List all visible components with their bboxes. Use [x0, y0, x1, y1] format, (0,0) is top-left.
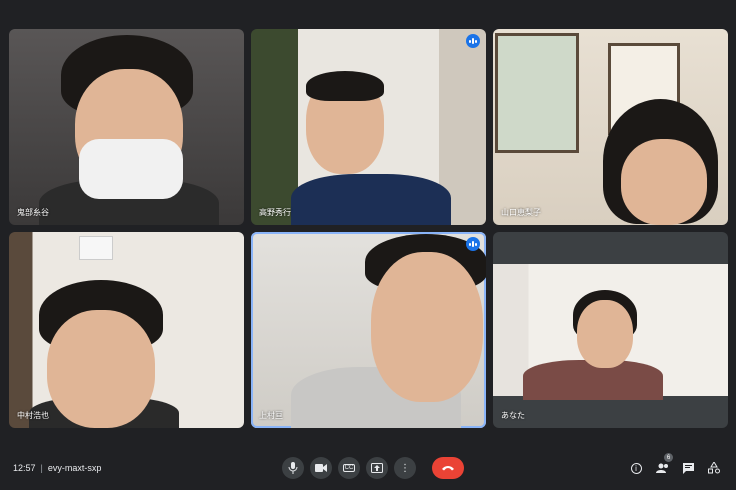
audio-indicator-icon [466, 237, 480, 251]
present-icon [371, 463, 383, 473]
person [47, 310, 155, 428]
person [621, 139, 707, 225]
activities-button[interactable] [706, 460, 722, 476]
person [577, 300, 633, 368]
participant-tile[interactable]: 上村亘 [251, 232, 486, 428]
participant-name: あなた [501, 411, 525, 420]
end-call-icon [442, 466, 454, 471]
more-options-button[interactable]: ⋮ [394, 457, 416, 479]
person [371, 252, 483, 402]
participant-tile[interactable]: 鬼部糸谷 [9, 29, 244, 225]
mic-icon [288, 462, 298, 474]
meeting-info: 12:57 | evy-maxt-sxp [13, 463, 101, 473]
activities-icon [708, 462, 720, 474]
people-count-badge: 6 [664, 453, 673, 462]
meeting-details-button[interactable]: i [628, 460, 644, 476]
person [306, 71, 384, 101]
people-icon [655, 463, 668, 473]
self-video [493, 264, 728, 400]
mic-button[interactable] [282, 457, 304, 479]
participant-name: 上村亘 [259, 411, 283, 420]
participant-tile[interactable]: 高野秀行 [251, 29, 486, 225]
chat-button[interactable] [680, 460, 696, 476]
camera-icon [315, 464, 327, 472]
people-button[interactable]: 6 [654, 453, 673, 476]
participant-name: 山口恵梨子 [501, 208, 541, 217]
end-call-button[interactable] [432, 457, 464, 479]
participant-name: 中村浩也 [17, 411, 49, 420]
wall-painting [495, 33, 579, 153]
call-controls: CC ⋮ [282, 457, 464, 479]
participant-tile[interactable]: 山口恵梨子 [493, 29, 728, 225]
more-vert-icon: ⋮ [400, 462, 410, 474]
person [291, 174, 451, 225]
captions-button[interactable]: CC [338, 457, 360, 479]
participant-name: 鬼部糸谷 [17, 208, 49, 217]
wall-switch [79, 236, 113, 260]
info-icon: i [630, 462, 642, 474]
control-bar: 12:57 | evy-maxt-sxp CC ⋮ i 6 [0, 440, 736, 490]
video-grid: 鬼部糸谷 高野秀行 山口恵梨子 中村浩也 上村亘 あなた [9, 29, 728, 428]
audio-indicator-icon [466, 34, 480, 48]
chat-icon [682, 462, 694, 474]
separator: | [40, 463, 43, 473]
side-actions: i 6 [628, 453, 722, 476]
meeting-time: 12:57 [13, 463, 36, 473]
present-button[interactable] [366, 457, 388, 479]
face-mask [79, 139, 183, 199]
captions-icon: CC [342, 464, 356, 472]
self-view-tile[interactable]: あなた [493, 232, 728, 428]
participant-name: 高野秀行 [259, 208, 291, 217]
meeting-code: evy-maxt-sxp [47, 463, 102, 473]
participant-tile[interactable]: 中村浩也 [9, 232, 244, 428]
camera-button[interactable] [310, 457, 332, 479]
